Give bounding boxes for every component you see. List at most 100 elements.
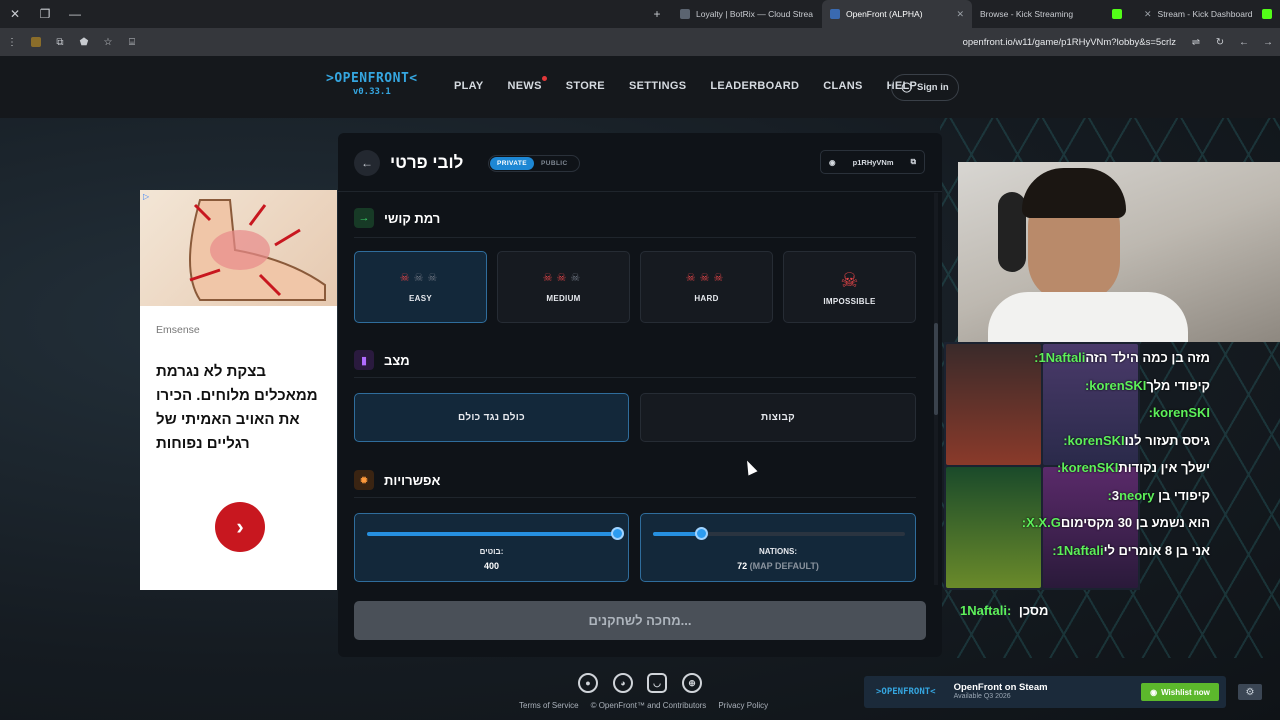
nav-store[interactable]: STORE — [566, 80, 605, 92]
extension-icon[interactable] — [24, 28, 48, 56]
close-window-icon[interactable]: ✕ — [0, 0, 30, 28]
footer-links: Terms of Service © OpenFront™ and Contri… — [519, 701, 768, 710]
chat-username: korenSKI: — [1148, 405, 1210, 420]
difficulty-easy[interactable]: ☠☠☠ EASY — [354, 251, 487, 323]
skull-icon: ☠☠☠ — [685, 272, 728, 284]
section-divider — [354, 377, 916, 378]
difficulty-impossible[interactable]: ☠ IMPOSSIBLE — [783, 251, 916, 323]
nav-play[interactable]: PLAY — [454, 80, 484, 92]
waiting-for-players-button[interactable]: מחכה לשחקנים... — [354, 601, 926, 640]
back-button[interactable]: ← — [354, 150, 380, 176]
advertisement[interactable]: ▷ Emsense בצקת לא נגרמת ממאכלים מלוחים. … — [140, 190, 337, 590]
skull-icon: ☠☠☠ — [399, 272, 442, 284]
forward-icon[interactable]: → — [1256, 28, 1280, 56]
mode-teams[interactable]: קבוצות — [640, 393, 916, 442]
kick-favicon — [1262, 9, 1272, 19]
public-option[interactable]: PUBLIC — [534, 157, 575, 170]
new-tab-icon[interactable]: + — [642, 0, 672, 28]
steam-banner-text: OpenFront on Steam Available Q3 2026 — [953, 681, 1048, 702]
panel-scrollbar-thumb[interactable] — [934, 323, 938, 415]
terms-link[interactable]: Terms of Service — [519, 701, 579, 710]
section-divider — [354, 237, 916, 238]
close-tab-icon[interactable]: ✕ — [956, 9, 964, 20]
minimize-window-icon[interactable]: — — [60, 0, 90, 28]
chat-message: אני בן 8 אומרים לי1Naftali: — [958, 537, 1280, 565]
tab-title: Stream - Kick Dashboard — [1157, 9, 1253, 19]
menu-icon[interactable]: ⋮ — [0, 28, 24, 56]
notification-dot — [541, 76, 547, 81]
chat-message: גיסס תעזור לנוkorenSKI: — [958, 427, 1280, 455]
difficulty-medium[interactable]: ☠☠☠ MEDIUM — [497, 251, 630, 323]
nav-news-label: NEWS — [507, 80, 542, 92]
steam-banner[interactable]: >OPENFRONT< OpenFront on Steam Available… — [864, 676, 1226, 708]
bots-label: בוטים: — [479, 547, 504, 556]
nav-leaderboard[interactable]: LEADERBOARD — [710, 80, 799, 92]
logo-text: >OPENFRONT< — [326, 71, 418, 86]
back-icon[interactable]: ← — [1232, 28, 1256, 56]
nations-value: 72 — [737, 561, 748, 571]
version-label: v0.33.1 — [352, 87, 391, 97]
reddit-icon[interactable]: ◕ — [613, 673, 633, 693]
github-icon[interactable]: ● — [578, 673, 598, 693]
discord-icon[interactable]: ◡ — [647, 673, 667, 693]
lobby-id-box: ◉ p1RHyVNm ⧉ — [820, 150, 925, 174]
url-input[interactable]: openfront.io/w11/game/p1RHyVNm?lobby&s=5… — [963, 37, 1184, 48]
tab-openfront[interactable]: OpenFront (ALPHA) ✕ — [822, 0, 972, 28]
openfront-logo[interactable]: >OPENFRONT< v0.33.1 — [326, 72, 418, 97]
nations-option-card: NATIONS: 72 (MAP DEFAULT) — [640, 513, 916, 582]
eye-icon[interactable]: ◉ — [829, 158, 836, 167]
bots-option-card: בוטים: 400 — [354, 513, 629, 582]
difficulty-label: HARD — [694, 294, 719, 303]
reload-icon[interactable]: ↻ — [1208, 28, 1232, 56]
nations-value-line: 72 (MAP DEFAULT) — [641, 561, 915, 571]
options-title: אפשרויות — [384, 472, 441, 488]
bookmark-star-icon[interactable]: ☆ — [96, 28, 120, 56]
ad-headline: בצקת לא נגרמת ממאכלים מלוחים. הכירו את ה… — [156, 363, 318, 452]
stream-chat-overlay: מזה בן כמה הילד הזה1Naftali: קיפודי מלךko… — [958, 344, 1280, 564]
section-divider — [354, 497, 916, 498]
chat-username: korenSKI: — [1057, 460, 1119, 475]
bots-slider-handle[interactable] — [611, 527, 624, 540]
visibility-toggle[interactable]: PRIVATE PUBLIC — [488, 155, 580, 172]
restore-window-icon[interactable]: ❐ — [30, 0, 60, 28]
tab-title: OpenFront (ALPHA) — [846, 9, 923, 19]
ad-arrow-button[interactable]: › — [215, 502, 265, 552]
shield-icon[interactable]: ⬟ — [72, 28, 96, 56]
nav-news[interactable]: NEWS — [507, 76, 547, 92]
site-settings-icon[interactable]: ⇌ — [1184, 28, 1208, 56]
nav-clans[interactable]: CLANS — [823, 80, 862, 92]
translate-icon[interactable]: ⌸ — [120, 28, 144, 56]
nations-slider[interactable] — [653, 527, 905, 540]
nations-slider-handle[interactable] — [695, 527, 708, 540]
puzzle-icon[interactable]: ⧉ — [48, 28, 72, 56]
copy-icon[interactable]: ⧉ — [911, 157, 916, 167]
tab-kick-dashboard[interactable]: ✕ Stream - Kick Dashboard — [1130, 0, 1280, 28]
header-divider — [338, 191, 942, 192]
wishlist-button[interactable]: ◉ Wishlist now — [1141, 683, 1219, 701]
chat-message: הוא נשמע בן 30 מקסימוםX.X.G: — [958, 509, 1280, 537]
chevron-right-icon: › — [236, 514, 244, 539]
bots-slider[interactable] — [367, 527, 624, 540]
chat-message: ישלך אין נקודותkorenSKI: — [958, 454, 1280, 482]
mode-free-for-all[interactable]: כולם נגד כולם — [354, 393, 629, 442]
close-tab-icon[interactable]: ✕ — [1144, 9, 1152, 20]
privacy-link[interactable]: Privacy Policy — [718, 701, 768, 710]
steam-title: OpenFront on Steam — [953, 681, 1048, 693]
tab-botrix[interactable]: Loyalty | BotRix — Cloud Strea — [672, 0, 822, 28]
ad-info-icon[interactable]: ▷ — [143, 192, 149, 201]
tab-kick-browse[interactable]: Browse - Kick Streaming — [972, 0, 1130, 28]
tab-title: Browse - Kick Streaming — [980, 9, 1074, 19]
settings-gear-icon[interactable]: ⚙ — [1238, 684, 1262, 700]
ad-image-swollen-foot[interactable] — [140, 190, 337, 306]
nav-settings[interactable]: SETTINGS — [629, 80, 686, 92]
sign-in-button[interactable]: ◯ Sign in — [891, 74, 959, 101]
botrix-favicon — [680, 9, 690, 19]
mode-label: כולם נגד כולם — [458, 412, 525, 423]
private-lobby-panel: ← לובי פרטי PRIVATE PUBLIC ◉ p1RHyVNm ⧉ … — [338, 133, 942, 657]
chat-message: 1Naftali: מסכן — [960, 603, 1048, 618]
difficulty-hard[interactable]: ☠☠☠ HARD — [640, 251, 773, 323]
openfront-favicon — [830, 9, 840, 19]
chat-username: korenSKI: — [1084, 377, 1147, 393]
globe-icon[interactable]: ⊕ — [682, 673, 702, 693]
private-option[interactable]: PRIVATE — [490, 157, 535, 170]
